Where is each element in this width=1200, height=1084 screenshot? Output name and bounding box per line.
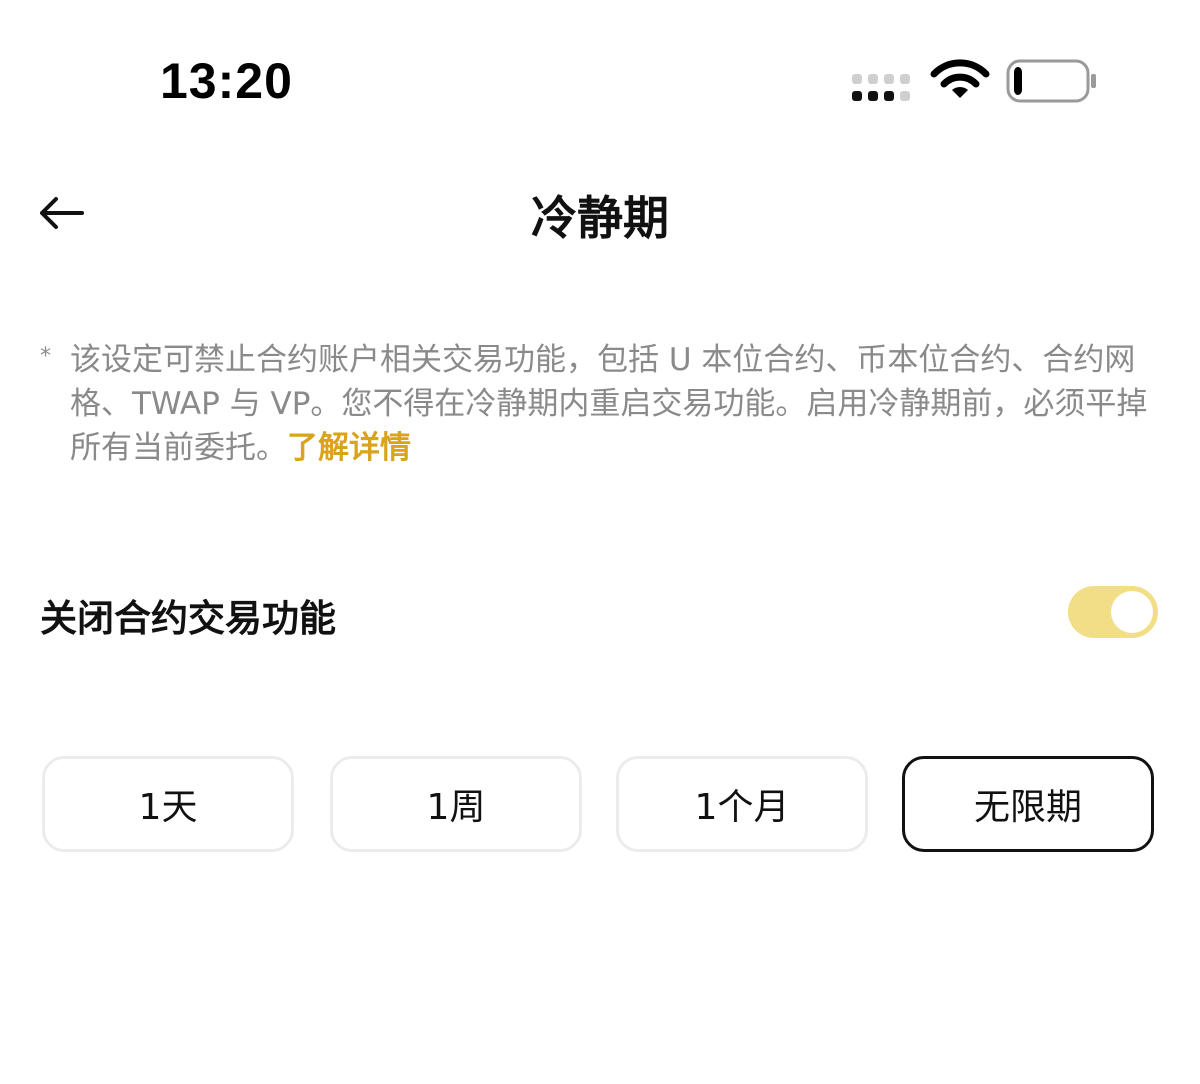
wifi-icon xyxy=(930,59,990,98)
nav-bar: 冷静期 xyxy=(0,170,1200,250)
notice-marker: * xyxy=(40,344,51,369)
toggle-knob xyxy=(1111,591,1153,633)
duration-option-label: 1天 xyxy=(138,787,198,828)
notice-text: 该设定可禁止合约账户相关交易功能，包括 U 本位合约、币本位合约、合约网格、TW… xyxy=(70,338,1160,470)
signal-icon xyxy=(852,74,910,101)
duration-option-label: 无限期 xyxy=(973,787,1082,828)
duration-option-1-day[interactable]: 1天 xyxy=(42,756,294,852)
battery-icon xyxy=(1006,59,1096,103)
learn-more-link[interactable]: 了解详情 xyxy=(287,430,411,466)
status-bar: 13:20 xyxy=(0,0,1200,150)
page-title: 冷静期 xyxy=(531,191,669,245)
duration-option-indefinite[interactable]: 无限期 xyxy=(902,756,1154,852)
duration-option-label: 1个月 xyxy=(694,787,790,828)
duration-option-label: 1周 xyxy=(426,787,486,828)
notice-body: 该设定可禁止合约账户相关交易功能，包括 U 本位合约、币本位合约、合约网格、TW… xyxy=(70,342,1148,466)
duration-option-1-week[interactable]: 1周 xyxy=(330,756,582,852)
disable-futures-toggle[interactable] xyxy=(1068,586,1158,638)
duration-option-1-month[interactable]: 1个月 xyxy=(616,756,868,852)
status-time: 13:20 xyxy=(160,53,293,109)
setting-label: 关闭合约交易功能 xyxy=(40,597,336,640)
disable-futures-setting: 关闭合约交易功能 xyxy=(40,580,1160,650)
duration-options: 1天 1周 1个月 无限期 xyxy=(42,756,1158,856)
